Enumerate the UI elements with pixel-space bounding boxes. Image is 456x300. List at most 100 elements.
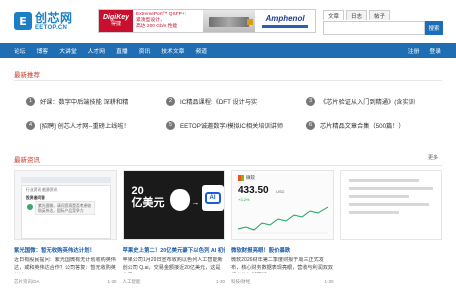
news-card-source[interactable]: 科技/财经: [231, 279, 250, 285]
search-tab-articles[interactable]: 文章: [323, 10, 345, 20]
site-logo[interactable]: E 创芯网 EETOP.CN: [14, 10, 88, 32]
recommend-number-badge: 4: [26, 120, 35, 130]
news-section-title: 最新资讯: [14, 157, 40, 164]
ad-brand-block: DigiKey 得捷: [99, 10, 133, 32]
nav-item-jobs[interactable]: 人才网: [82, 46, 110, 55]
recommend-item-text: IC精品课程:《DFT 设计与实: [180, 98, 258, 106]
news-card-desc: 微软2026财年第二季度财报于周三正式发布，核心财务数据表现亮眼，营收与利润双双…: [231, 257, 333, 273]
search-tab-posts[interactable]: 帖子: [369, 10, 391, 20]
image-doc-line: [348, 179, 419, 182]
apple-logo-icon: [169, 189, 190, 211]
image-question-box: 紫光国微，请问您再是否考虑收购英伟达，国际产品竞争力: [35, 201, 95, 215]
news-card-desc: [340, 249, 443, 265]
image-tabs-text: 行业资讯 能源资讯: [26, 188, 58, 192]
recommend-item[interactable]: 5 EETOP诚邀数字/模拟IC相关培训讲师: [166, 119, 306, 131]
ad-product-image: [203, 10, 255, 32]
news-cards: 行业资讯 能源资讯 投资者问答 紫光国微，请问您再是否考虑收购英伟达，国际产品竞…: [14, 170, 442, 285]
image-currency: USD: [276, 189, 285, 194]
nav-item-news[interactable]: 资讯: [133, 46, 156, 55]
news-card[interactable]: 行业资讯 能源资讯 投资者问答 紫光国微，请问您再是否考虑收购英伟达，国际产品竞…: [14, 170, 117, 285]
image-doc-line: [348, 187, 433, 190]
news-card-source[interactable]: 人工智能: [123, 279, 141, 285]
recommend-item[interactable]: 3 《芯片验证从入门到精通》(含实训: [306, 95, 446, 107]
nav-item-tech-articles[interactable]: 技术文章: [156, 46, 190, 55]
search-tab-logs[interactable]: 日志: [346, 10, 368, 20]
news-card-desc: 近日有股民提问：紫光国微有无计划收购英伟达，或和英伟达合作？公司答复：暂无收购英…: [14, 257, 116, 273]
user-avatar-icon: [27, 204, 33, 210]
logo-mark-icon: E: [14, 12, 32, 30]
microsoft-logo-icon: [238, 175, 244, 181]
recommend-list: 1 好课：数字中后端技能 深耕和精 2 IC精品课程:《DFT 设计与实 3 《…: [26, 95, 446, 131]
main-nav: 论坛 博客 大讲堂 人才网 直播 资讯 技术文章 频道 注册 登录: [0, 43, 456, 58]
image-doc-line: [348, 195, 409, 198]
recommend-number-badge: 1: [26, 96, 35, 106]
logo-english-name: EETOP.CN: [35, 24, 68, 31]
register-link[interactable]: 注册: [403, 46, 425, 55]
banner-ad[interactable]: DigiKey 得捷 ExtremePort™ QSFP+: 紧凑型设计， 高达…: [98, 9, 316, 33]
news-card-date: 1-30: [215, 279, 225, 284]
recommend-number-badge: 3: [306, 96, 315, 106]
recommend-item-text: EETOP诚邀数字/模拟IC相关培训讲师: [180, 122, 284, 130]
image-amount-text: 20 亿美元: [131, 185, 165, 210]
news-card-title[interactable]: 紫光国微：暂无收购英伟达计划！: [14, 246, 117, 254]
ad-partner-block: Amphenol: [255, 10, 315, 32]
image-question-text: 紫光国微，请问您再是否考虑收购英伟达，国际产品竞争力: [38, 204, 92, 213]
logo-chinese-name: 创芯网: [35, 10, 73, 25]
image-company-name: 微软: [246, 175, 255, 180]
ad-partner-name: Amphenol: [265, 14, 305, 23]
recommend-number-badge: 5: [166, 120, 175, 130]
image-stock-price: 433.50: [238, 185, 269, 196]
login-link[interactable]: 登录: [424, 46, 446, 55]
ad-brand-sub: 得捷: [110, 21, 121, 28]
news-card-image: 微软 433.50 USD +3.2%: [231, 170, 334, 240]
nav-item-live[interactable]: 直播: [111, 46, 134, 55]
nav-item-blog[interactable]: 博客: [31, 46, 54, 55]
news-card-source[interactable]: 芯片资讯/DA: [14, 279, 40, 285]
recommend-number-badge: 2: [166, 96, 175, 106]
ai-chip-label: AI: [204, 192, 221, 204]
recommend-item-text: 《芯片验证从入门到精通》(含实训: [320, 98, 415, 106]
image-price-change: +3.2%: [238, 197, 250, 202]
recommend-divider: [14, 80, 442, 81]
recommend-item-text: [招聘] 创芯人才网--重磅上线啦！: [40, 122, 130, 130]
search-row: 搜索: [323, 21, 443, 35]
news-card-meta: 人工智能 1-30: [123, 279, 226, 285]
news-card-date: 1-30: [107, 279, 117, 284]
recommend-item[interactable]: 4 [招聘] 创芯人才网--重磅上线啦！: [26, 119, 166, 131]
search-button[interactable]: 搜索: [425, 21, 443, 35]
news-card-date: 1-30: [324, 279, 334, 284]
site-header: E 创芯网 EETOP.CN DigiKey 得捷 ExtremePort™ Q…: [0, 0, 456, 42]
news-card-image: 20 亿美元 → AI: [122, 170, 225, 240]
recommend-item[interactable]: 1 好课：数字中后端技能 深耕和精: [26, 95, 166, 107]
recommend-item-text: 芯片精品文章合集（500篇！）: [320, 122, 405, 130]
logo-text: 创芯网 EETOP.CN: [35, 12, 73, 31]
nav-item-lecture[interactable]: 大讲堂: [54, 46, 82, 55]
news-card[interactable]: [339, 170, 443, 285]
news-more-link[interactable]: 更多: [428, 154, 438, 161]
ad-copy-line3: 高达 200 Gb/s 性能: [136, 23, 178, 29]
ai-chip-icon: AI: [201, 185, 224, 211]
news-card-meta: 芯片资讯/DA 1-30: [14, 279, 117, 285]
news-divider: [14, 165, 442, 166]
news-card[interactable]: 20 亿美元 → AI 苹果史上第二！20亿美元豪下以色列 AI 初创 苹果公司…: [122, 170, 226, 285]
news-card-meta: 科技/财经 1-30: [231, 279, 334, 285]
image-doc-line: [348, 211, 399, 214]
search-input[interactable]: [323, 21, 425, 35]
nav-item-channels[interactable]: 频道: [190, 46, 213, 55]
recommend-item[interactable]: 2 IC精品课程:《DFT 设计与实: [166, 95, 306, 107]
news-card-title[interactable]: 微软财报亮眼！股价暴跌: [231, 246, 334, 254]
news-card-image: [339, 170, 442, 240]
recommend-number-badge: 6: [306, 120, 315, 130]
search-tabs: 文章 日志 帖子: [323, 10, 443, 20]
nav-account-links: 注册 登录: [403, 46, 456, 55]
nav-item-forum[interactable]: 论坛: [0, 46, 31, 55]
news-card-title[interactable]: 苹果史上第二！20亿美元豪下以色列 AI 初创: [123, 246, 226, 254]
news-card[interactable]: 微软 433.50 USD +3.2% 微软财报亮眼！股价暴跌 微软2026财年…: [231, 170, 334, 285]
stock-chart-graphic: [237, 206, 329, 234]
ad-partner-underline: [262, 25, 308, 28]
arrow-right-icon: →: [191, 198, 200, 207]
image-doc-line: [348, 203, 429, 206]
ad-copy: ExtremePort™ QSFP+: 紧凑型设计， 高达 200 Gb/s 性…: [133, 10, 203, 32]
recommend-item[interactable]: 6 芯片精品文章合集（500篇！）: [306, 119, 446, 131]
news-card-desc: 苹果公司1月29日宣布收购以色列人工智能新创公司 Q.ai，交易金额接近20亿美…: [122, 257, 223, 273]
